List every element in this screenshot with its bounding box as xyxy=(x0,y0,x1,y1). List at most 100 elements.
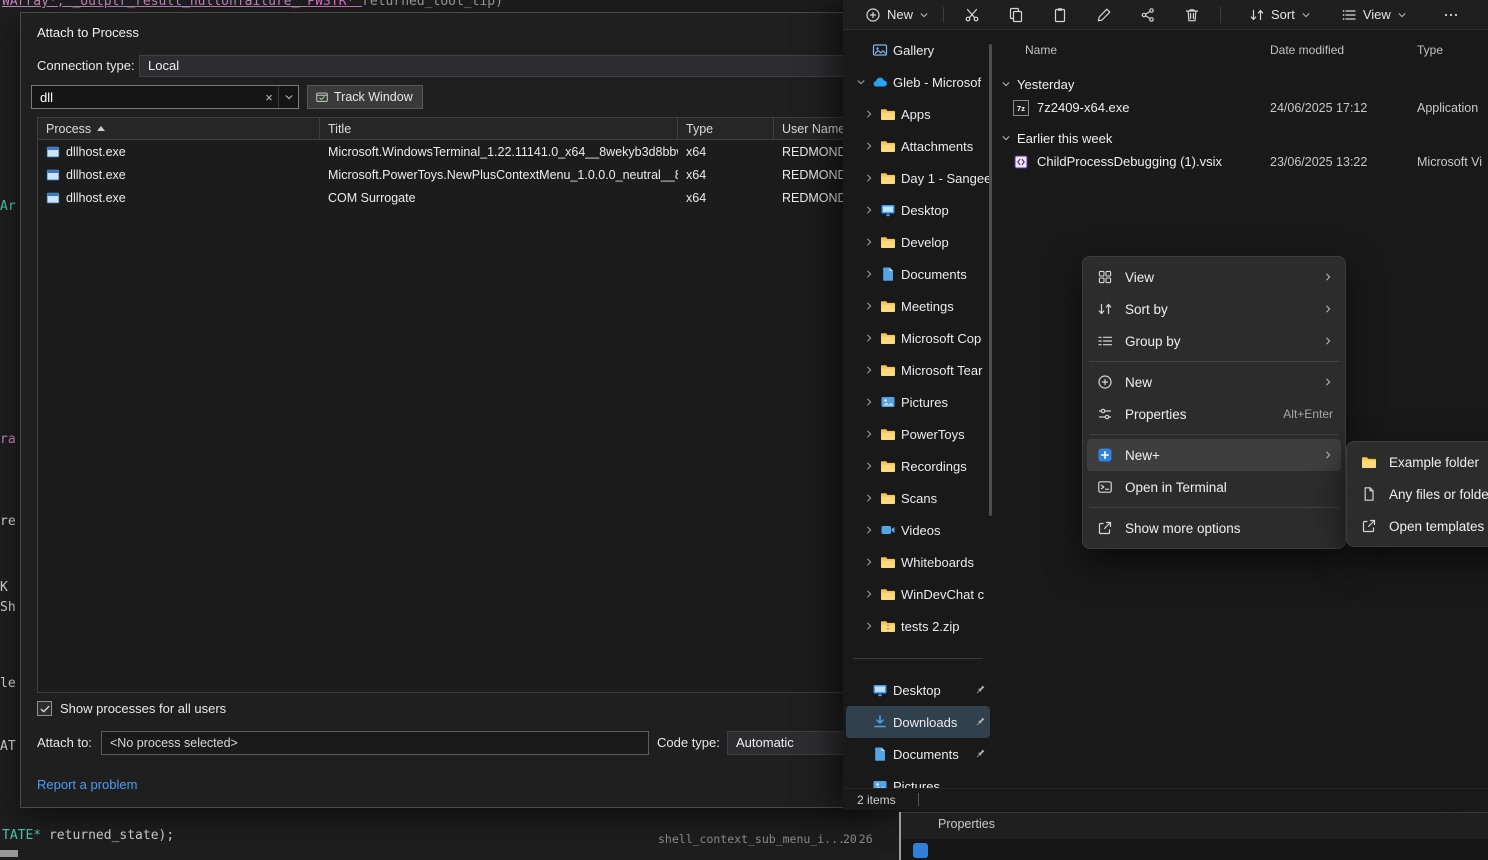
horizontal-scrollbar-thumb[interactable] xyxy=(0,850,18,857)
chevron-right-icon[interactable] xyxy=(864,333,875,343)
nav-item-pinned-downloads[interactable]: Downloads xyxy=(846,706,990,738)
paste-button[interactable] xyxy=(1038,2,1082,28)
codelens-count[interactable]: 20 xyxy=(843,832,857,846)
new-button[interactable]: New xyxy=(857,2,937,28)
submenu-item-open-templates[interactable]: Open templates xyxy=(1351,510,1488,542)
show-all-users-row[interactable]: Show processes for all users xyxy=(37,701,226,716)
chevron-right-icon[interactable] xyxy=(864,237,875,247)
process-row[interactable]: dllhost.exe Microsoft.WindowsTerminal_1.… xyxy=(38,140,864,163)
process-row[interactable]: dllhost.exe COM Surrogate x64 REDMOND xyxy=(38,186,864,209)
chevron-right-icon[interactable] xyxy=(864,621,875,631)
column-header-type[interactable]: Type xyxy=(678,118,774,139)
chevron-right-icon[interactable] xyxy=(864,525,875,535)
process-type: x64 xyxy=(678,140,774,163)
codelens-reference[interactable]: shell_context_sub_menu_i... 26 xyxy=(658,832,873,846)
menu-item-group-by[interactable]: Group by xyxy=(1087,325,1341,357)
clear-filter-icon[interactable]: × xyxy=(260,90,278,105)
nav-item-microsoft-copilot[interactable]: Microsoft Cop xyxy=(846,322,990,354)
file-row-7z-exe[interactable]: 7z 7z2409-x64.exe 24/06/2025 17:12 Appli… xyxy=(993,96,1488,120)
nav-scrollbar-thumb[interactable] xyxy=(989,44,992,516)
screen: WArray*, _outptr_result_nullonfailure_ P… xyxy=(0,0,1488,860)
nav-item-desktop[interactable]: Desktop xyxy=(846,194,990,226)
delete-button[interactable] xyxy=(1170,2,1214,28)
nav-item-gallery[interactable]: Gallery xyxy=(846,34,990,66)
nav-item-windevchat[interactable]: WinDevChat c xyxy=(846,578,990,610)
column-header-type[interactable]: Type xyxy=(1417,40,1443,60)
nav-item-pictures[interactable]: Pictures xyxy=(846,386,990,418)
chevron-right-icon[interactable] xyxy=(864,493,875,503)
nav-item-meetings[interactable]: Meetings xyxy=(846,290,990,322)
rename-button[interactable] xyxy=(1082,2,1126,28)
nav-item-develop[interactable]: Develop xyxy=(846,226,990,258)
submenu-item-any-files[interactable]: Any files or folde xyxy=(1351,478,1488,510)
nav-item-recordings[interactable]: Recordings xyxy=(846,450,990,482)
nav-item-tests-zip[interactable]: tests 2.zip xyxy=(846,610,990,642)
nav-item-day1[interactable]: Day 1 - Sangee xyxy=(846,162,990,194)
process-filter-input[interactable] xyxy=(32,90,260,105)
nav-item-onedrive[interactable]: Gleb - Microsof xyxy=(846,66,990,98)
nav-item-powertoys[interactable]: PowerToys xyxy=(846,418,990,450)
menu-item-sort-by[interactable]: Sort by xyxy=(1087,293,1341,325)
column-header-name[interactable]: Name xyxy=(1025,40,1057,60)
menu-item-new[interactable]: New xyxy=(1087,366,1341,398)
code-token-type: TATE* xyxy=(2,828,41,843)
nav-item-scans[interactable]: Scans xyxy=(846,482,990,514)
file-type: Application xyxy=(1417,96,1478,120)
chevron-right-icon[interactable] xyxy=(864,557,875,567)
sort-button[interactable]: Sort xyxy=(1241,2,1319,28)
chevron-right-icon[interactable] xyxy=(864,109,875,119)
folder-icon xyxy=(1361,454,1377,470)
report-problem-link[interactable]: Report a problem xyxy=(37,777,137,792)
pin-icon xyxy=(974,716,986,728)
filter-dropdown-chevron-icon[interactable] xyxy=(278,86,298,108)
menu-item-new-plus[interactable]: New+ xyxy=(1087,439,1341,471)
chevron-right-icon[interactable] xyxy=(864,173,875,183)
nav-item-pinned-desktop[interactable]: Desktop xyxy=(846,674,990,706)
group-header-yesterday[interactable]: Yesterday xyxy=(993,72,1488,96)
nav-item-documents[interactable]: Documents xyxy=(846,258,990,290)
file-row-vsix[interactable]: ChildProcessDebugging (1).vsix 23/06/202… xyxy=(993,150,1488,174)
chevron-right-icon[interactable] xyxy=(864,365,875,375)
chevron-down-icon[interactable] xyxy=(856,77,867,87)
nav-item-whiteboards[interactable]: Whiteboards xyxy=(846,546,990,578)
nav-item-videos[interactable]: Videos xyxy=(846,514,990,546)
nav-item-label: Meetings xyxy=(901,299,990,314)
column-header-date-modified[interactable]: Date modified xyxy=(1270,40,1344,60)
code-fragment: le xyxy=(0,676,16,691)
chevron-right-icon[interactable] xyxy=(864,269,875,279)
cut-button[interactable] xyxy=(950,2,994,28)
track-window-button[interactable]: Track Window xyxy=(307,85,423,109)
nav-item-pinned-documents[interactable]: Documents xyxy=(846,738,990,770)
column-header-title[interactable]: Title xyxy=(320,118,678,139)
more-options-button[interactable] xyxy=(1429,2,1473,28)
chevron-right-icon[interactable] xyxy=(864,397,875,407)
file-name: ChildProcessDebugging (1).vsix xyxy=(1037,150,1222,174)
copy-button[interactable] xyxy=(994,2,1038,28)
menu-separator xyxy=(1089,507,1339,508)
share-button[interactable] xyxy=(1126,2,1170,28)
chevron-right-icon[interactable] xyxy=(864,301,875,311)
menu-item-show-more-options[interactable]: Show more options xyxy=(1087,512,1341,544)
chevron-right-icon[interactable] xyxy=(864,429,875,439)
group-header-earlier-this-week[interactable]: Earlier this week xyxy=(993,126,1488,150)
chevron-right-icon[interactable] xyxy=(864,589,875,599)
chevron-right-icon[interactable] xyxy=(864,205,875,215)
attach-to-field[interactable] xyxy=(101,731,649,755)
nav-item-microsoft-teams[interactable]: Microsoft Tear xyxy=(846,354,990,386)
menu-item-open-in-terminal[interactable]: Open in Terminal xyxy=(1087,471,1341,503)
chevron-right-icon[interactable] xyxy=(864,461,875,471)
pictures-icon xyxy=(880,394,896,410)
menu-item-properties[interactable]: Properties Alt+Enter xyxy=(1087,398,1341,430)
nav-item-apps[interactable]: Apps xyxy=(846,98,990,130)
view-button[interactable]: View xyxy=(1333,2,1415,28)
nav-item-pinned-pictures[interactable]: Pictures xyxy=(846,770,990,788)
nav-item-attachments[interactable]: Attachments xyxy=(846,130,990,162)
submenu-item-example-folder[interactable]: Example folder xyxy=(1351,446,1488,478)
show-all-users-checkbox[interactable] xyxy=(37,701,52,716)
chevron-right-icon[interactable] xyxy=(864,141,875,151)
column-header-process[interactable]: Process xyxy=(38,118,320,139)
chevron-down-icon xyxy=(1397,10,1407,20)
connection-type-combobox[interactable]: Local xyxy=(139,55,881,77)
process-row[interactable]: dllhost.exe Microsoft.PowerToys.NewPlusC… xyxy=(38,163,864,186)
menu-item-view[interactable]: View xyxy=(1087,261,1341,293)
